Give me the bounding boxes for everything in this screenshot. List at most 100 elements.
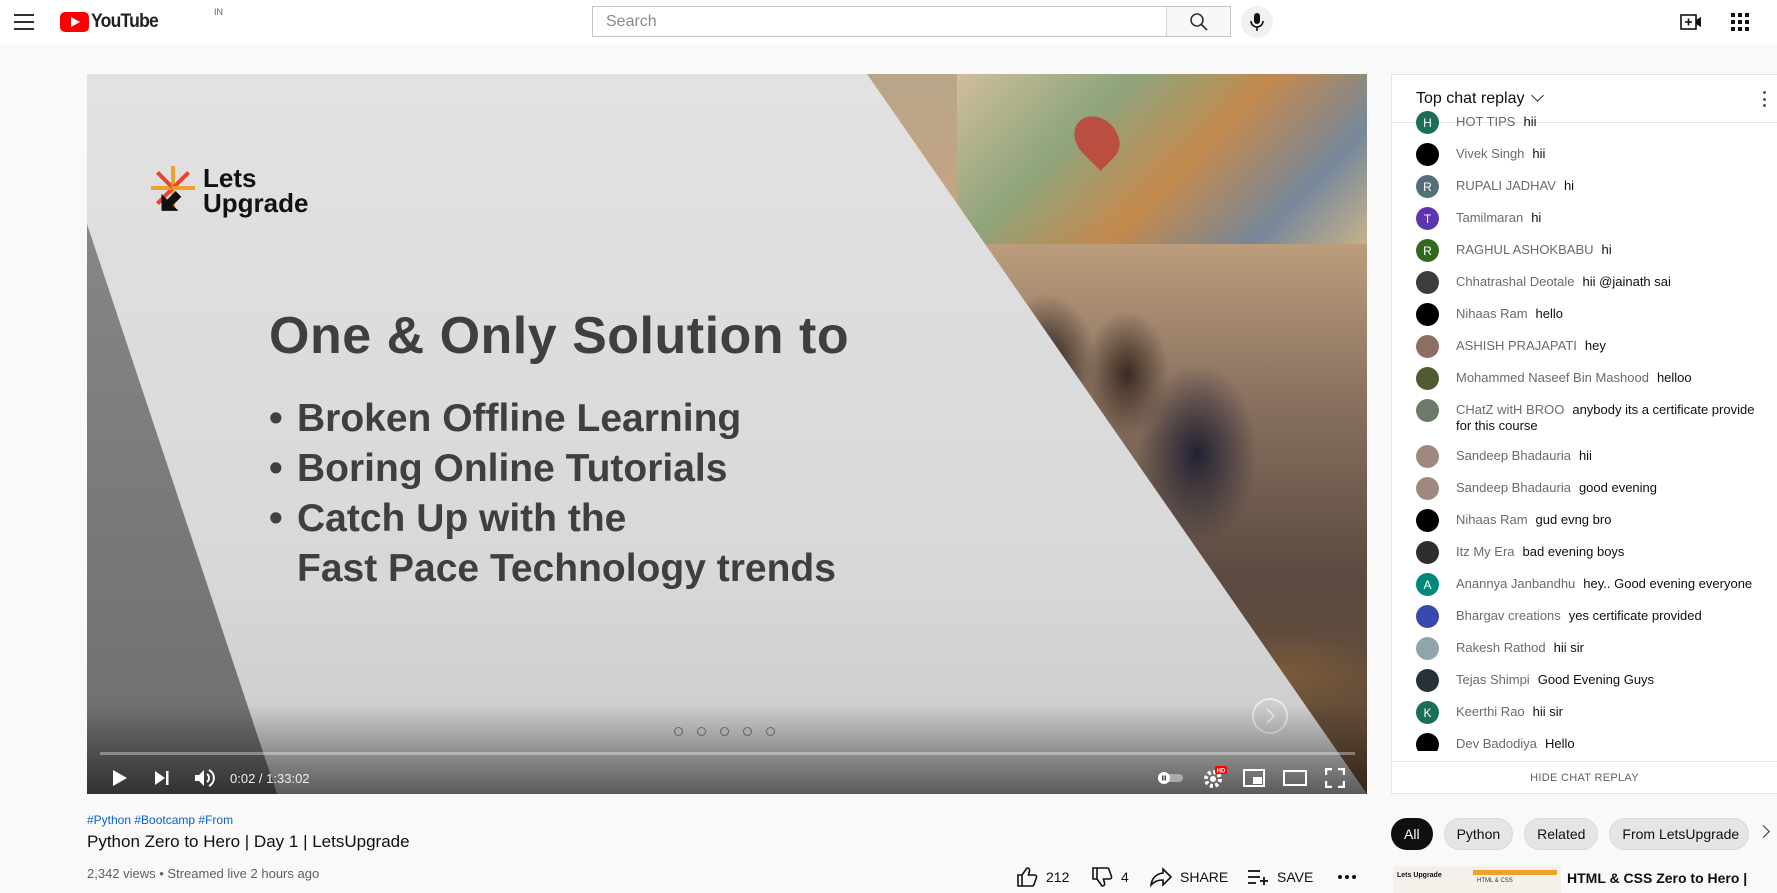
chat-message: A Anannya Janbandhu hey.. Good evening eve… [1416,573,1756,596]
avatar[interactable] [1416,509,1439,532]
theater-mode-button[interactable] [1283,764,1307,792]
chip-related[interactable]: Related [1524,818,1599,850]
avatar[interactable]: K [1416,701,1439,724]
svg-text:HD: HD [1217,769,1226,775]
avatar[interactable] [1416,335,1439,358]
avatar[interactable] [1416,733,1439,751]
progress-bar[interactable] [99,752,1355,755]
create-video-button[interactable] [1680,11,1702,33]
video-meta: 2,342 views • Streamed live 2 hours ago [87,866,320,881]
miniplayer-button[interactable] [1243,764,1265,792]
autoplay-toggle[interactable] [1157,764,1185,792]
more-actions-button[interactable] [1337,864,1357,890]
miniplayer-icon [1243,769,1265,787]
chat-author[interactable]: Bhargav creations [1456,608,1561,623]
avatar[interactable]: T [1416,207,1439,230]
chat-mode-dropdown[interactable]: Top chat replay [1416,90,1525,108]
avatar[interactable] [1416,271,1439,294]
chip-python[interactable]: Python [1443,818,1514,850]
menu-icon[interactable] [14,14,34,30]
chat-author[interactable]: Sandeep Bhadauria [1456,480,1571,495]
settings-button[interactable]: HD [1201,764,1227,792]
chat-menu-icon[interactable] [1763,91,1767,107]
chat-author[interactable]: Itz My Era [1456,544,1515,559]
chat-message: ASHISH PRAJAPATI hey [1416,335,1756,358]
chat-author[interactable]: Sandeep Bhadauria [1456,448,1571,463]
current-time: 0:02 [230,771,256,786]
chat-author[interactable]: RAGHUL ASHOKBABU [1456,242,1594,257]
avatar[interactable] [1416,541,1439,564]
avatar[interactable] [1416,637,1439,660]
save-label: SAVE [1277,869,1314,885]
chat-message: Rakesh Rathod hii sir [1416,637,1756,660]
chat-text: good evening [1578,480,1658,495]
youtube-logo[interactable]: YouTube IN [60,7,223,34]
share-icon [1150,867,1172,887]
avatar[interactable] [1416,143,1439,166]
chat-message-list[interactable]: H HOT TIPS hii Vivek Singh hii R RUPALI JADHAV… [1392,111,1777,751]
play-button[interactable] [111,764,129,792]
country-code: IN [214,7,223,17]
avatar[interactable] [1416,399,1439,422]
chat-author[interactable]: Mohammed Naseef Bin Mashood [1456,370,1649,385]
avatar[interactable] [1416,605,1439,628]
chat-author[interactable]: Vivek Singh [1456,146,1524,161]
chevron-right-icon[interactable] [1757,825,1770,838]
avatar[interactable]: A [1416,573,1439,596]
chat-author[interactable]: Nihaas Ram [1456,306,1528,321]
search-input[interactable] [593,7,1166,36]
chat-author[interactable]: Tejas Shimpi [1456,672,1530,687]
filter-chips: All Python Related From LetsUpgrade [1391,818,1750,850]
theater-mode-icon [1283,770,1307,786]
like-button[interactable]: 212 [1016,864,1069,890]
avatar[interactable] [1416,477,1439,500]
voice-search-button[interactable] [1241,6,1273,38]
chat-author[interactable]: RUPALI JADHAV [1456,178,1556,193]
chevron-down-icon[interactable] [1530,89,1544,102]
dislike-button[interactable]: 4 [1091,864,1129,890]
share-label: SHARE [1180,869,1229,885]
video-player[interactable]: Lets Upgrade One & Only Solution to Brok… [87,74,1367,794]
chat-text: hi [1531,210,1542,225]
chat-author[interactable]: Nihaas Ram [1456,512,1528,527]
avatar[interactable]: H [1416,111,1439,134]
chat-author[interactable]: CHatZ witH BROO [1456,402,1564,417]
chip-all[interactable]: All [1391,818,1433,850]
chat-author[interactable]: HOT TIPS [1456,114,1515,129]
avatar[interactable] [1416,445,1439,468]
fullscreen-icon [1325,768,1345,788]
chat-message: H HOT TIPS hii [1416,111,1756,134]
avatar[interactable] [1416,669,1439,692]
chat-author[interactable]: Rakesh Rathod [1456,640,1546,655]
avatar[interactable] [1416,367,1439,390]
chat-author[interactable]: Anannya Janbandhu [1456,576,1575,591]
hide-chat-replay-button[interactable]: HIDE CHAT REPLAY [1392,761,1777,793]
video-hashtags[interactable]: #Python #Bootcamp #From [87,813,233,827]
volume-icon [195,769,215,787]
recommended-video-title[interactable]: HTML & CSS Zero to Hero | [1567,870,1747,886]
chat-author[interactable]: Tamilmaran [1456,210,1523,225]
time-separator: / [255,771,267,786]
recommended-thumbnail[interactable]: Lets Upgrade HTML & CSS [1393,866,1561,893]
fullscreen-button[interactable] [1325,764,1345,792]
thumbnail-text: HTML & CSS [1477,878,1513,884]
avatar[interactable]: R [1416,239,1439,262]
save-button[interactable]: SAVE [1247,864,1313,890]
chip-from-letsupgrade[interactable]: From LetsUpgrade [1609,818,1750,850]
slide-bullet: Boring Online Tutorials [269,444,836,494]
logo-wordmark: YouTube [91,11,159,32]
chat-author[interactable]: Keerthi Rao [1456,704,1525,719]
mute-button[interactable] [193,764,217,792]
next-video-button[interactable] [153,764,171,792]
playlist-add-icon [1248,870,1268,885]
share-button[interactable]: SHARE [1150,864,1228,890]
avatar[interactable]: R [1416,175,1439,198]
chat-message: Mohammed Naseef Bin Mashood helloo [1416,367,1756,390]
search-button[interactable] [1166,7,1230,36]
slide-bullet-continuation: Fast Pace Technology trends [297,547,836,590]
apps-button[interactable] [1729,11,1751,33]
chat-author[interactable]: Dev Badodiya [1456,736,1537,751]
chat-author[interactable]: ASHISH PRAJAPATI [1456,338,1577,353]
chat-author[interactable]: Chhatrashal Deotale [1456,274,1575,289]
avatar[interactable] [1416,303,1439,326]
